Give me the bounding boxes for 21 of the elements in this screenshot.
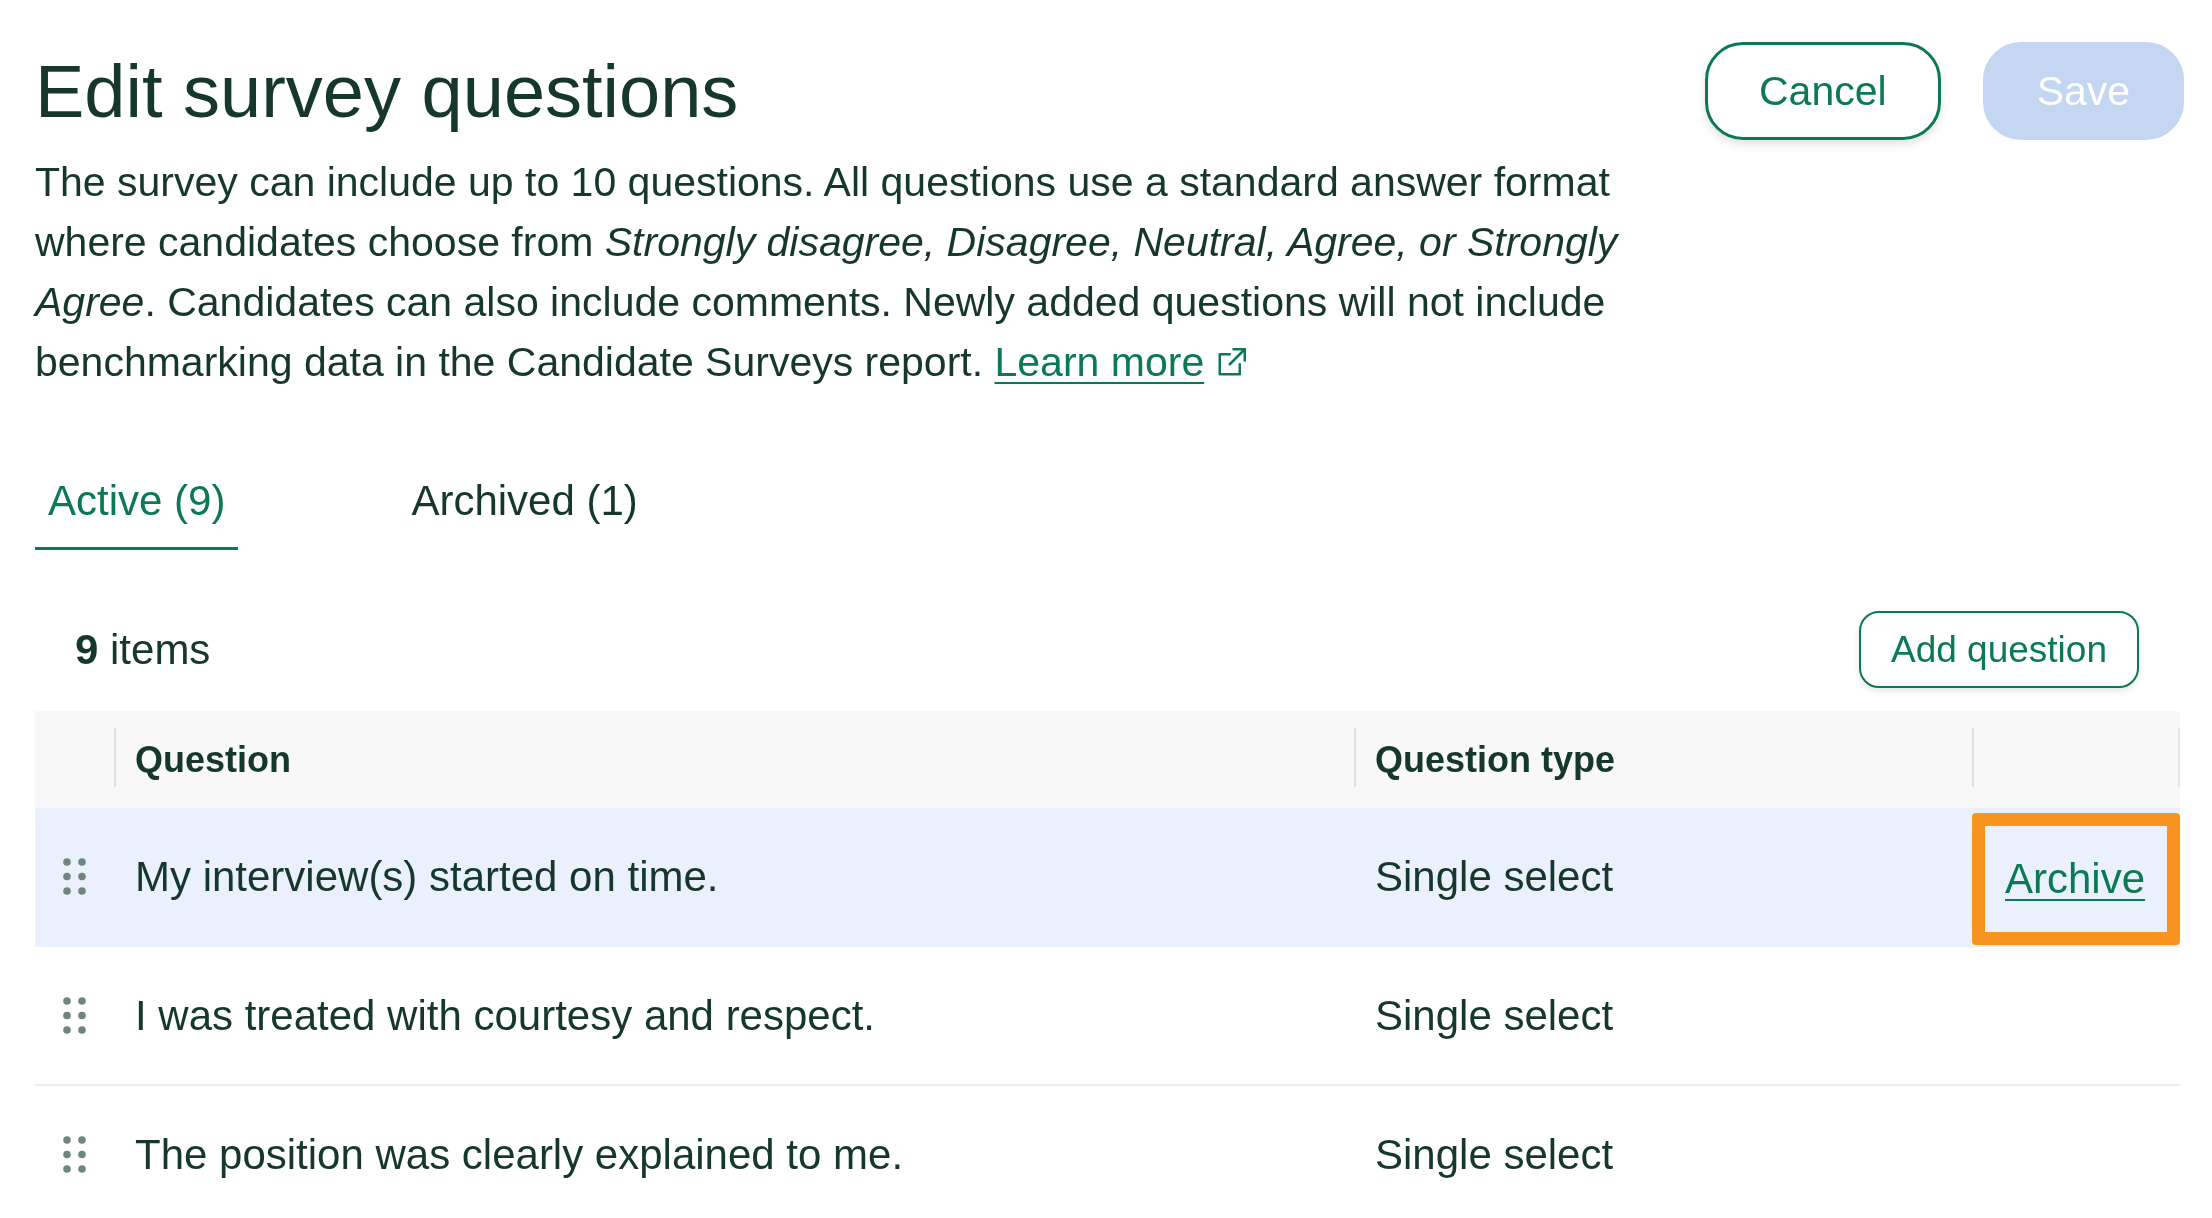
item-count: 9 items [75, 625, 211, 674]
external-link-icon [1216, 348, 1247, 378]
table-cell: The position was clearly explained to me. [135, 1130, 904, 1179]
table-cell: Single select [1375, 852, 1614, 901]
page-title: Edit survey questions [35, 52, 740, 132]
column-header: Question type [1375, 738, 1616, 781]
table-cell: Single select [1375, 1130, 1614, 1179]
learn-more-link[interactable]: Learn more [994, 339, 1247, 385]
tab[interactable]: Archived (1) [398, 460, 651, 550]
cancel-button[interactable]: Cancel [1705, 42, 1941, 140]
column-header: Question [135, 738, 291, 781]
table-cell: My interview(s) started on time. [135, 852, 719, 901]
drag-handle-icon[interactable] [63, 858, 86, 895]
add-question-button[interactable]: Add question [1859, 611, 2139, 688]
drag-handle-icon[interactable] [63, 1136, 86, 1173]
description-text: The survey can include up to 10 questions. All questions use a standard answer format where candidates choose from Strongly disagree, Disagree, Neutral, Agree, or Strongly Agree. Candidates can also include comments. Newly added questions will not include benchmarking data in the Candidate Surveys report. Learn more [35, 158, 1620, 387]
table-cell: I was treated with courtesy and respect. [135, 991, 876, 1040]
tab[interactable]: Active (9) [35, 460, 239, 550]
drag-handle-icon[interactable] [63, 997, 86, 1034]
table-cell: Single select [1375, 991, 1614, 1040]
archive-link[interactable]: Archive [2005, 855, 2146, 903]
